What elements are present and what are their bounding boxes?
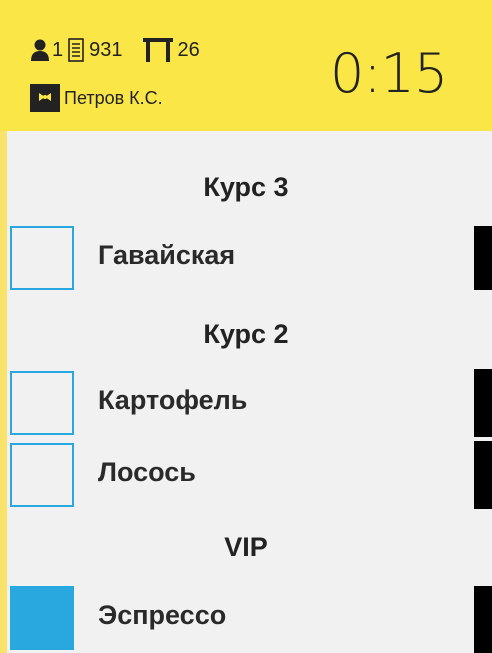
- item-checkbox[interactable]: [10, 443, 74, 507]
- course-heading: Курс 2: [203, 319, 289, 349]
- header-info-row: 1 931 26: [30, 35, 200, 65]
- item-side-bar: [474, 586, 492, 653]
- receipt-icon: [68, 38, 84, 62]
- item-side-bar: [474, 441, 492, 509]
- item-name: Эспрессо: [98, 600, 227, 630]
- guests-count: 1: [52, 38, 64, 61]
- item-side-bar: [474, 369, 492, 437]
- order-header: 1 931 26 Петров К.С. 0:15: [0, 0, 492, 131]
- check-number: 931: [89, 38, 123, 61]
- order-item-row[interactable]: Лосось: [10, 443, 492, 507]
- item-side-bar: [474, 226, 492, 290]
- table-number: 26: [177, 38, 200, 61]
- person-icon: [30, 39, 50, 61]
- table-icon: [142, 38, 173, 62]
- item-checkbox[interactable]: [10, 226, 74, 290]
- item-name: Лосось: [98, 457, 196, 487]
- item-name: Гавайская: [98, 240, 236, 270]
- item-checkbox-checked[interactable]: [10, 586, 74, 650]
- course-heading: Курс 3: [203, 172, 289, 202]
- waiter-icon: [30, 84, 60, 112]
- item-checkbox[interactable]: [10, 371, 74, 435]
- order-item-row[interactable]: Эспрессо: [10, 586, 492, 650]
- order-item-row[interactable]: Гавайская: [10, 226, 492, 290]
- order-timer: 0:15: [330, 42, 448, 105]
- item-name: Картофель: [98, 385, 248, 415]
- course-heading: VIP: [224, 532, 268, 562]
- waiter-name: Петров К.С.: [64, 87, 163, 108]
- header-waiter-row: Петров К.С.: [30, 83, 163, 113]
- order-item-row[interactable]: Картофель: [10, 371, 492, 435]
